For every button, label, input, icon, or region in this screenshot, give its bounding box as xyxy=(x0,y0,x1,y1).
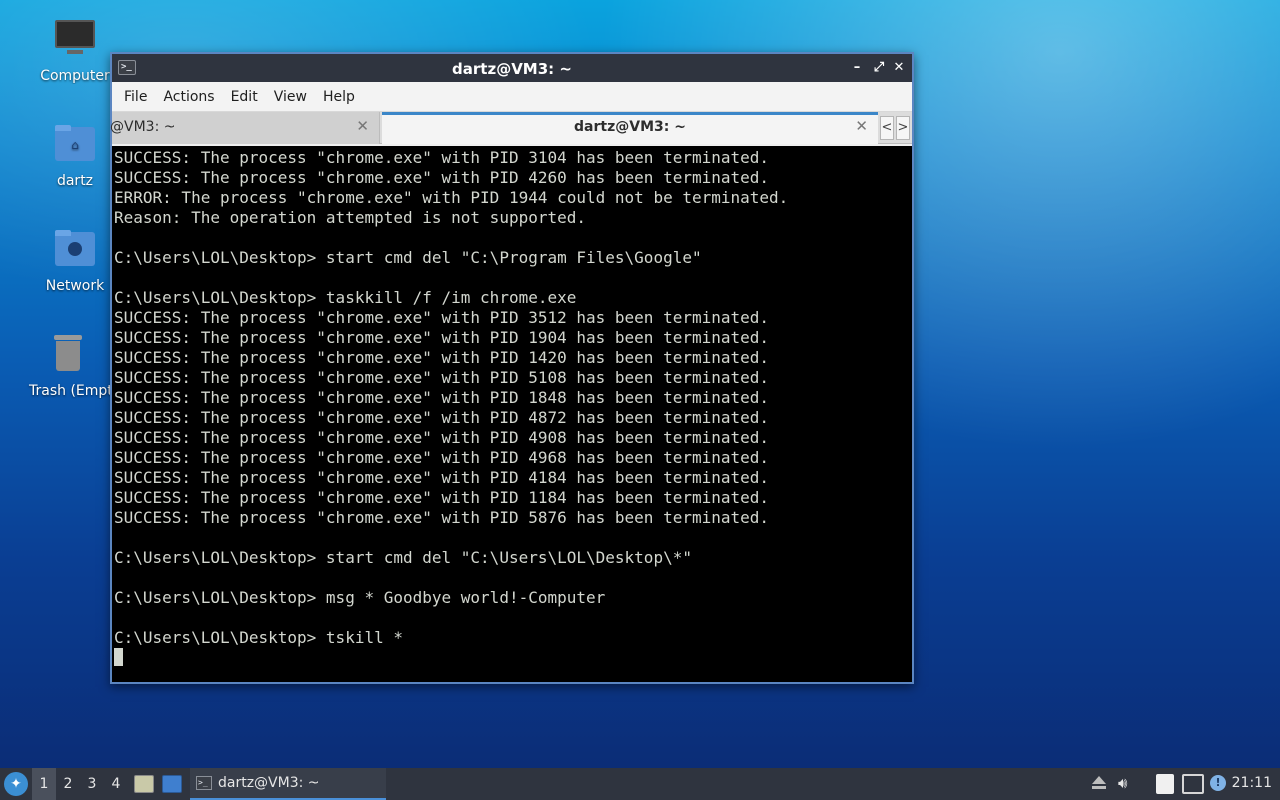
menu-bar: File Actions Edit View Help xyxy=(112,82,912,112)
start-menu-button[interactable]: ✦ xyxy=(4,772,28,796)
clock[interactable]: 21:11 xyxy=(1232,775,1272,791)
window-title: dartz@VM3: ~ xyxy=(452,60,572,78)
notification-icon[interactable]: ! xyxy=(1210,775,1226,791)
terminal-line: SUCCESS: The process "chrome.exe" with P… xyxy=(114,168,770,187)
minimize-button[interactable]: – xyxy=(848,59,866,77)
tab-label: @VM3: ~ xyxy=(110,119,176,135)
tab-close-icon[interactable]: ✕ xyxy=(855,117,868,135)
terminal-line: ERROR: The process "chrome.exe" with PID… xyxy=(114,188,789,207)
taskbar: ✦ 1 2 3 4 >_ dartz@VM3: ~ 🔊︎ ! 21:11 xyxy=(0,768,1280,800)
workspace-1[interactable]: 1 xyxy=(32,768,56,800)
show-desktop-icon[interactable] xyxy=(162,775,182,793)
terminal-prompt-line xyxy=(114,648,912,668)
text-cursor xyxy=(114,648,123,666)
terminal-line: SUCCESS: The process "chrome.exe" with P… xyxy=(114,508,770,527)
terminal-line: SUCCESS: The process "chrome.exe" with P… xyxy=(114,348,770,367)
tab-active[interactable]: dartz@VM3: ~ ✕ xyxy=(382,112,878,144)
terminal-output[interactable]: SUCCESS: The process "chrome.exe" with P… xyxy=(112,146,912,682)
workspace-4[interactable]: 4 xyxy=(104,768,128,800)
terminal-line: SUCCESS: The process "chrome.exe" with P… xyxy=(114,488,770,507)
file-manager-icon[interactable] xyxy=(134,775,154,793)
terminal-line: C:\Users\LOL\Desktop> tskill * xyxy=(114,628,403,647)
volume-icon[interactable]: 🔊︎ xyxy=(1118,774,1138,794)
tab-scroll-left-button[interactable]: < xyxy=(880,116,894,140)
close-button[interactable]: ✕ xyxy=(890,59,908,77)
terminal-line: SUCCESS: The process "chrome.exe" with P… xyxy=(114,388,770,407)
terminal-line: Reason: The operation attempted is not s… xyxy=(114,208,587,227)
terminal-line: SUCCESS: The process "chrome.exe" with P… xyxy=(114,428,770,447)
tab-inactive[interactable]: @VM3: ~ ✕ xyxy=(110,112,380,144)
terminal-line: C:\Users\LOL\Desktop> start cmd del "C:\… xyxy=(114,248,702,267)
workspace-3[interactable]: 3 xyxy=(80,768,104,800)
computer-icon xyxy=(53,18,97,62)
terminal-line: SUCCESS: The process "chrome.exe" with P… xyxy=(114,148,770,167)
workspace-2[interactable]: 2 xyxy=(56,768,80,800)
maximize-button[interactable]: ⤢ xyxy=(870,59,888,77)
terminal-line: SUCCESS: The process "chrome.exe" with P… xyxy=(114,368,770,387)
home-folder-icon: ⌂ xyxy=(53,123,97,167)
tab-bar: @VM3: ~ ✕ dartz@VM3: ~ ✕ < > xyxy=(110,112,912,144)
terminal-window[interactable]: >_ dartz@VM3: ~ – ⤢ ✕ File Actions Edit … xyxy=(110,52,914,684)
network-icon[interactable] xyxy=(1182,774,1204,794)
desktop-icon-label: Trash (Empt xyxy=(29,383,110,399)
tab-label: dartz@VM3: ~ xyxy=(574,119,686,135)
terminal-line: C:\Users\LOL\Desktop> msg * Goodbye worl… xyxy=(114,588,606,607)
eject-icon[interactable] xyxy=(1092,774,1108,794)
network-folder-icon xyxy=(53,228,97,272)
menu-actions[interactable]: Actions xyxy=(155,89,222,105)
trash-icon xyxy=(46,333,90,377)
terminal-line: C:\Users\LOL\Desktop> start cmd del "C:\… xyxy=(114,548,692,567)
terminal-line: SUCCESS: The process "chrome.exe" with P… xyxy=(114,408,770,427)
tab-scroll-right-button[interactable]: > xyxy=(896,116,910,140)
terminal-line: C:\Users\LOL\Desktop> taskkill /f /im ch… xyxy=(114,288,577,307)
desktop-icon-trash[interactable]: Trash (Empt xyxy=(25,333,110,399)
task-label: dartz@VM3: ~ xyxy=(218,775,320,791)
terminal-line: SUCCESS: The process "chrome.exe" with P… xyxy=(114,448,770,467)
menu-file[interactable]: File xyxy=(116,89,155,105)
tab-close-icon[interactable]: ✕ xyxy=(356,117,369,135)
terminal-app-icon: >_ xyxy=(196,776,212,790)
taskbar-task-terminal[interactable]: >_ dartz@VM3: ~ xyxy=(190,768,386,800)
terminal-line: SUCCESS: The process "chrome.exe" with P… xyxy=(114,308,770,327)
clipboard-icon[interactable] xyxy=(1156,774,1174,794)
window-titlebar[interactable]: >_ dartz@VM3: ~ – ⤢ ✕ xyxy=(112,54,912,82)
terminal-line: SUCCESS: The process "chrome.exe" with P… xyxy=(114,468,770,487)
menu-edit[interactable]: Edit xyxy=(223,89,266,105)
menu-view[interactable]: View xyxy=(266,89,315,105)
terminal-line: SUCCESS: The process "chrome.exe" with P… xyxy=(114,328,770,347)
menu-help[interactable]: Help xyxy=(315,89,363,105)
